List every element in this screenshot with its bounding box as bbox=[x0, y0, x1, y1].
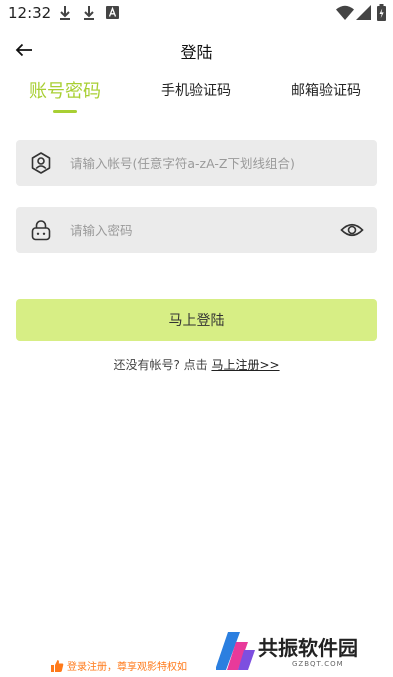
register-prompt: 还没有帐号? 点击 马上注册>> bbox=[0, 356, 393, 373]
header: 登陆 bbox=[0, 30, 393, 70]
font-a-icon bbox=[106, 6, 119, 19]
tab-email-code[interactable]: 邮箱验证码 bbox=[291, 80, 361, 100]
user-shield-icon bbox=[31, 152, 51, 174]
footer-promo: 登录注册，尊享观影特权如 bbox=[50, 658, 187, 673]
account-field[interactable] bbox=[16, 140, 377, 186]
status-bar: 12:32 bbox=[0, 0, 393, 26]
tab-phone-code[interactable]: 手机验证码 bbox=[161, 80, 231, 100]
password-field[interactable] bbox=[16, 207, 377, 253]
watermark-logo-icon bbox=[215, 632, 255, 670]
eye-icon[interactable] bbox=[340, 219, 364, 241]
register-prompt-text: 还没有帐号? 点击 bbox=[113, 358, 212, 372]
wifi-icon bbox=[336, 5, 354, 20]
thumbs-up-icon bbox=[51, 659, 64, 672]
status-time: 12:32 bbox=[8, 4, 52, 22]
footer-promo-text: 登录注册，尊享观影特权如 bbox=[67, 662, 187, 673]
tab-account-password[interactable]: 账号密码 bbox=[29, 77, 101, 103]
login-method-tabs: 账号密码 手机验证码 邮箱验证码 bbox=[0, 80, 393, 120]
account-input[interactable] bbox=[70, 140, 330, 186]
download-icon bbox=[60, 6, 70, 20]
password-input[interactable] bbox=[70, 207, 330, 253]
watermark-subtext: GZBQT.COM bbox=[292, 660, 344, 668]
lock-icon bbox=[31, 220, 51, 241]
signal-icon bbox=[356, 5, 371, 20]
page-title: 登陆 bbox=[180, 43, 213, 62]
active-tab-indicator bbox=[53, 110, 77, 113]
download-icon bbox=[84, 6, 94, 20]
watermark-logo: 共振软件园 GZBQT.COM bbox=[215, 630, 376, 674]
login-button[interactable]: 马上登陆 bbox=[16, 299, 377, 341]
watermark-text: 共振软件园 bbox=[258, 636, 358, 660]
register-link[interactable]: 马上注册>> bbox=[211, 358, 279, 372]
battery-icon bbox=[377, 4, 386, 21]
